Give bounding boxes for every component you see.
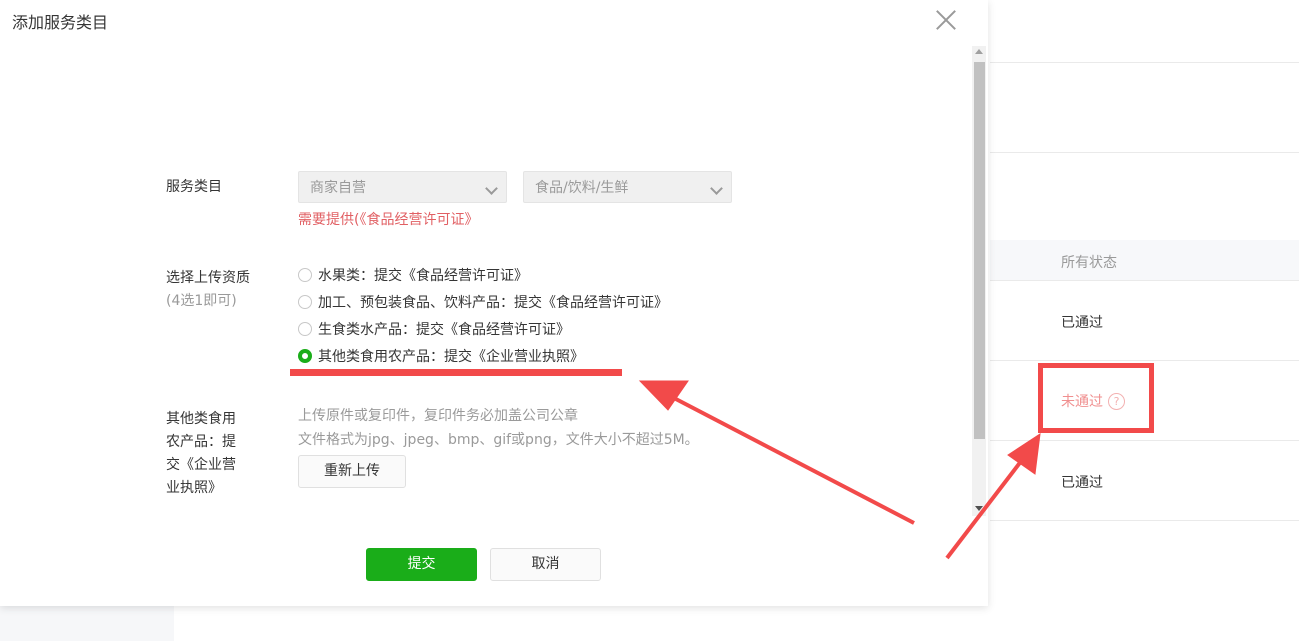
qualification-option-selected[interactable]: 其他类食用农产品：提交《企业营业执照》 (298, 346, 584, 366)
qualification-label: 选择上传资质 (166, 270, 250, 286)
category-select-primary-value: 商家自营 (310, 180, 366, 196)
upload-label-line: 交《企业营 (166, 457, 236, 473)
radio-button[interactable] (298, 295, 312, 309)
category-select-secondary[interactable]: 食品/饮料/生鲜 (523, 171, 732, 203)
qualification-option[interactable]: 生食类水产品：提交《食品经营许可证》 (298, 319, 570, 339)
table-header-row (990, 240, 1299, 280)
category-label: 服务类目 (166, 179, 222, 195)
upload-label-line: 农产品：提 (166, 434, 236, 450)
chevron-down-icon (710, 182, 723, 195)
add-service-category-dialog: 添加服务类目 服务类目 商家自营 食品/饮料/生鲜 需要提供(《食品经营许可证》… (0, 0, 988, 606)
scroll-down-icon[interactable] (975, 506, 983, 511)
category-requirement-tip: 需要提供(《食品经营许可证》 (298, 212, 479, 228)
submit-button[interactable]: 提交 (366, 548, 477, 581)
upload-label-line: 业执照》 (166, 480, 222, 496)
divider (990, 62, 1299, 63)
qualification-sub-label: (4选1即可) (166, 293, 237, 309)
annotation-highlight-box (1038, 363, 1154, 433)
dialog-title: 添加服务类目 (12, 13, 109, 32)
qualification-option-label: 水果类：提交《食品经营许可证》 (318, 268, 528, 284)
divider (990, 152, 1299, 153)
divider (990, 280, 1299, 281)
status-passed: 已通过 (1061, 315, 1103, 331)
annotation-underline (290, 369, 622, 376)
upload-format-hint: 文件格式为jpg、jpeg、bmp、gif或png，文件大小不超过5M。 (298, 432, 699, 448)
divider (990, 520, 1299, 521)
divider (990, 360, 1299, 361)
qualification-option-label: 生食类水产品：提交《食品经营许可证》 (318, 322, 570, 338)
divider (990, 440, 1299, 441)
scrollbar-thumb[interactable] (974, 62, 985, 439)
radio-button[interactable] (298, 322, 312, 336)
reupload-button[interactable]: 重新上传 (298, 455, 406, 488)
radio-button-selected[interactable] (298, 349, 312, 363)
close-icon[interactable] (933, 7, 959, 33)
qualification-option-label: 加工、预包装食品、饮料产品：提交《食品经营许可证》 (318, 295, 668, 311)
scroll-up-icon[interactable] (975, 49, 983, 54)
status-filter[interactable]: 所有状态 (1061, 252, 1117, 272)
category-select-secondary-value: 食品/饮料/生鲜 (535, 180, 629, 196)
qualification-option[interactable]: 加工、预包装食品、饮料产品：提交《食品经营许可证》 (298, 292, 668, 312)
chevron-down-icon (485, 182, 498, 195)
upload-label-line: 其他类食用 (166, 411, 236, 427)
cancel-button[interactable]: 取消 (490, 548, 601, 581)
upload-hint: 上传原件或复印件，复印件务必加盖公司公章 (298, 408, 578, 424)
status-passed: 已通过 (1061, 475, 1103, 491)
radio-button[interactable] (298, 268, 312, 282)
qualification-option-label: 其他类食用农产品：提交《企业营业执照》 (318, 349, 584, 365)
qualification-option[interactable]: 水果类：提交《食品经营许可证》 (298, 265, 528, 285)
category-select-primary[interactable]: 商家自营 (298, 171, 507, 203)
